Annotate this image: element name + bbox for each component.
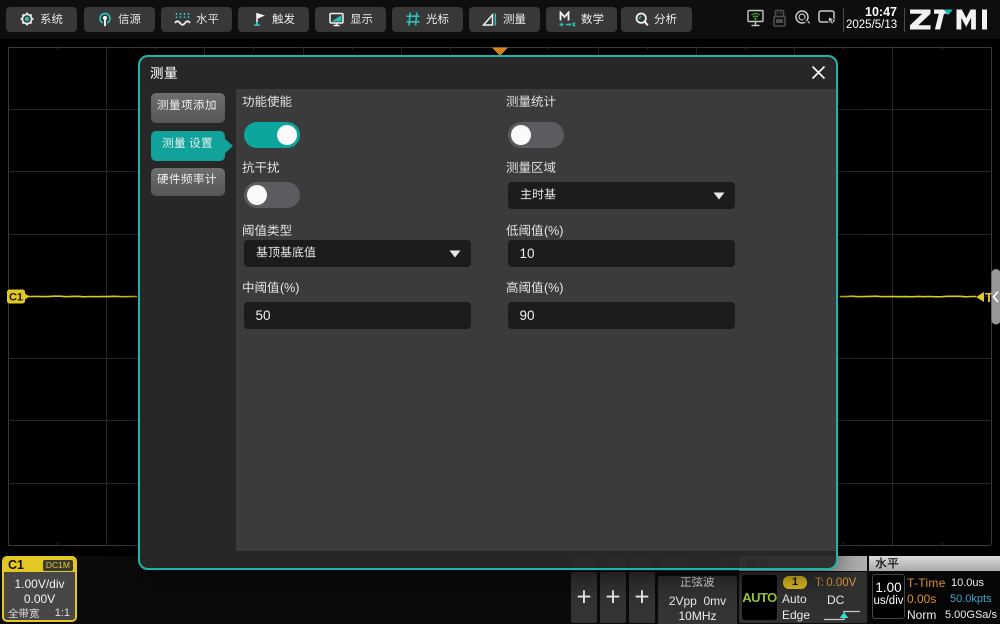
- svg-text:C1: C1: [9, 292, 23, 304]
